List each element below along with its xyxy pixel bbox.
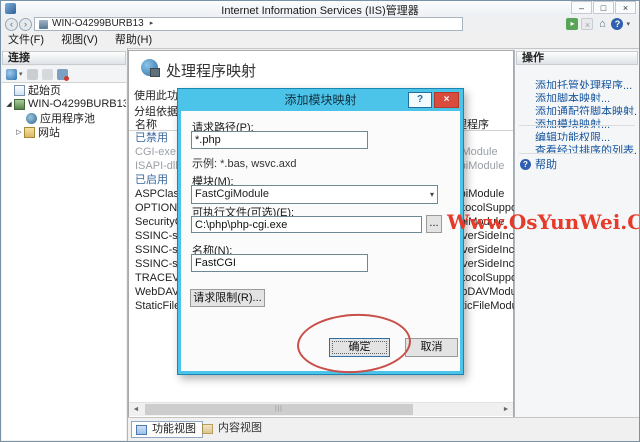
tree-item-sites[interactable]: ▷ 网站 [2, 125, 126, 139]
example-text: 示例: *.bas, wsvc.axd [192, 155, 297, 171]
connection-caret-icon[interactable]: ▾ [19, 70, 23, 78]
page-title: 处理程序映射 [166, 60, 256, 81]
tab-content-view[interactable]: 内容视图 [198, 421, 268, 438]
minimize-button[interactable]: – [571, 1, 592, 14]
stop-icon[interactable]: × [581, 18, 593, 30]
address-bar: ‹ › WIN-O4299BURB13 ▸ ▸ × ⌂ ? ▾ [1, 16, 639, 34]
row-name: StaticFile [135, 299, 180, 313]
handler-mappings-icon [141, 59, 158, 76]
title-bar: Internet Information Services (IIS)管理器 –… [1, 1, 639, 17]
separator [519, 125, 635, 126]
tree-item-server[interactable]: ◢ WIN-O4299BURB13 (WIN- [2, 97, 126, 111]
request-path-input[interactable] [191, 131, 368, 149]
home-icon[interactable]: ⌂ [596, 18, 608, 30]
dialog-close-button[interactable]: × [434, 92, 459, 108]
breadcrumb-arrow-icon[interactable]: ▸ [150, 18, 154, 30]
connections-panel: 连接 ▾ 起始页 ◢ WIN-O4299BURB13 (WIN- 应用程序池 [1, 48, 128, 441]
tree-label: 起始页 [28, 83, 61, 97]
row-name: 已禁用 [135, 131, 168, 145]
breadcrumb-text: WIN-O4299BURB13 [52, 18, 144, 30]
edit-links-group: 编辑功能权限... 查看经过排序的列表... [535, 129, 637, 155]
content-view-icon [202, 424, 213, 434]
horizontal-scrollbar[interactable]: ◄ ||| ► [129, 402, 513, 416]
menu-view[interactable]: 视图(V) [54, 33, 105, 47]
menu-help[interactable]: 帮助(H) [108, 33, 159, 47]
ok-button[interactable]: 确定 [329, 338, 390, 357]
forward-button[interactable]: › [19, 18, 32, 31]
connections-tree: 起始页 ◢ WIN-O4299BURB13 (WIN- 应用程序池 ▷ 网站 [2, 83, 126, 440]
menu-bar: 文件(F) 视图(V) 帮助(H) [1, 33, 639, 49]
breadcrumb[interactable]: WIN-O4299BURB13 ▸ [34, 17, 463, 31]
back-button[interactable]: ‹ [5, 18, 18, 31]
sites-folder-icon [24, 127, 35, 138]
tree-label: 网站 [38, 125, 60, 139]
scroll-left-icon[interactable]: ◄ [129, 403, 143, 416]
column-header-name[interactable]: 名称 [135, 116, 157, 132]
action-link[interactable]: 编辑功能权限... [535, 129, 637, 141]
action-link[interactable]: 添加托管处理程序... [535, 77, 637, 89]
help-icon[interactable]: ? [611, 18, 623, 30]
action-link[interactable]: 添加模块映射... [535, 116, 637, 128]
tab-features-view[interactable]: 功能视图 [131, 421, 203, 438]
actions-panel: 操作 添加托管处理程序... 添加脚本映射... 添加通配符脚本映射... 添加… [514, 50, 639, 418]
module-select[interactable]: FastCgiModule ▾ [191, 185, 438, 204]
edit-connection-icon[interactable] [42, 69, 53, 80]
cancel-button[interactable]: 取消 [405, 338, 458, 357]
action-link[interactable]: 添加通配符脚本映射... [535, 103, 637, 115]
create-connection-icon[interactable] [6, 69, 17, 80]
expander-collapsed-icon[interactable]: ▷ [14, 128, 24, 136]
delete-connection-icon[interactable] [57, 69, 68, 80]
add-links-group: 添加托管处理程序... 添加脚本映射... 添加通配符脚本映射... 添加模块映… [535, 77, 637, 129]
add-module-mapping-dialog: 添加模块映射 ? × 请求路径(P): 示例: *.bas, wsvc.axd … [177, 88, 464, 375]
row-name: CGI-exe [135, 145, 176, 159]
tree-label: 应用程序池 [40, 111, 95, 125]
chevron-down-icon[interactable]: ▾ [430, 186, 434, 203]
view-tab-bar: 功能视图 内容视图 [128, 417, 639, 441]
server-node-icon [14, 99, 25, 110]
row-name: WebDAV [135, 285, 179, 299]
connections-toolbar: ▾ [2, 66, 126, 83]
refresh-icon[interactable]: ▸ [566, 18, 578, 30]
tree-item-app-pools[interactable]: 应用程序池 [2, 111, 126, 125]
row-name: 已启用 [135, 173, 168, 187]
dialog-help-button[interactable]: ? [408, 92, 432, 108]
app-pools-icon [26, 113, 37, 124]
actions-header: 操作 [516, 51, 638, 65]
dialog-body: 请求路径(P): 示例: *.bas, wsvc.axd 模块(M): Fast… [181, 111, 460, 371]
expander-expanded-icon[interactable]: ◢ [4, 100, 14, 108]
tree-label: WIN-O4299BURB13 (WIN- [28, 98, 126, 110]
request-restrictions-button[interactable]: 请求限制(R)... [190, 289, 265, 307]
help-label: 帮助 [535, 156, 557, 172]
scrollbar-thumb[interactable]: ||| [145, 404, 413, 415]
action-link[interactable]: 添加脚本映射... [535, 90, 637, 102]
iis-manager-window: Internet Information Services (IIS)管理器 –… [0, 0, 640, 442]
save-connection-icon[interactable] [27, 69, 38, 80]
separator [519, 153, 635, 154]
row-name: ISAPI-dll [135, 159, 178, 173]
module-value: FastCgiModule [195, 188, 269, 200]
menu-file[interactable]: 文件(F) [1, 33, 51, 47]
help-link[interactable]: ? 帮助 [520, 156, 557, 172]
start-page-icon [14, 85, 25, 96]
maximize-button[interactable]: □ [593, 1, 614, 14]
executable-input[interactable] [191, 216, 422, 233]
tab-label: 功能视图 [152, 423, 196, 435]
tree-item-start-page[interactable]: 起始页 [2, 83, 126, 97]
browse-button[interactable]: ... [426, 215, 442, 233]
tab-label: 内容视图 [218, 422, 262, 434]
help-caret-icon[interactable]: ▾ [626, 20, 630, 28]
name-input[interactable] [191, 254, 368, 272]
server-icon [39, 20, 48, 29]
scroll-right-icon[interactable]: ► [499, 403, 513, 416]
features-view-icon [136, 425, 147, 435]
help-icon: ? [520, 159, 531, 170]
connections-header: 连接 [2, 51, 126, 65]
close-button[interactable]: × [615, 1, 636, 14]
